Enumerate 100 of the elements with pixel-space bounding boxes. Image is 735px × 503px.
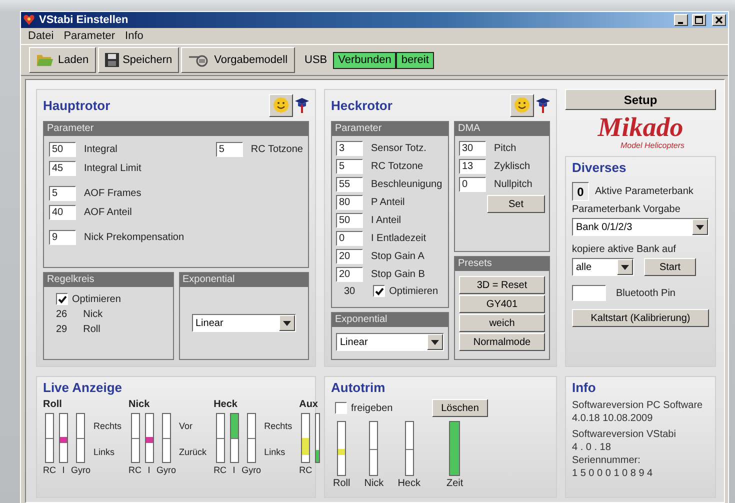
number-field[interactable]: 45 [49, 161, 76, 176]
menu-item[interactable]: Parameter [58, 30, 120, 42]
number-field[interactable]: 20 [336, 267, 363, 282]
number-field[interactable]: 0 [336, 231, 363, 246]
number-field[interactable]: 3 [336, 141, 363, 156]
dropdown[interactable]: Bank 0/1/2/3 [572, 218, 709, 236]
dropdown[interactable]: Linear [192, 314, 296, 332]
group-title: Nick [128, 399, 151, 410]
number-field[interactable]: 50 [49, 142, 76, 157]
level-bar [246, 413, 256, 463]
number-field[interactable]: 0 [459, 177, 486, 192]
bar-label: RC [214, 465, 227, 475]
bar-label: Nick [364, 478, 384, 489]
preset-button[interactable]: 3D = Reset [459, 276, 545, 294]
number-field[interactable]: 5 [49, 186, 76, 201]
number-field[interactable]: 5 [216, 142, 243, 157]
smiley-button[interactable] [269, 94, 293, 116]
group-title: Presets [455, 257, 549, 271]
number-field[interactable]: 30 [459, 141, 486, 156]
number-field[interactable]: 13 [459, 159, 486, 174]
caret-icon [283, 320, 291, 326]
folder-icon [36, 53, 54, 67]
graduation-cap-icon[interactable] [536, 96, 550, 114]
setup-button[interactable]: Setup [565, 89, 716, 110]
field-label: AOF Anteil [84, 207, 132, 218]
reading-value: 30 [344, 286, 356, 296]
info-text: 4.0.18 10.08.2009 [572, 413, 654, 425]
bar-label: RC [299, 465, 312, 475]
bar-label: RC [43, 465, 56, 475]
preset-button[interactable]: weich [459, 314, 545, 332]
checkbox[interactable] [373, 285, 386, 297]
toolbar-button[interactable]: Vorgabemodell [181, 47, 295, 73]
level-bar [404, 421, 414, 476]
field-label: AOF Frames [84, 188, 142, 199]
checkbox[interactable] [56, 293, 68, 305]
field-label: Nick Prekompensation [84, 232, 184, 243]
level-bar [130, 413, 140, 463]
field-label: Pitch [494, 143, 516, 154]
start-button[interactable]: Start [644, 258, 696, 276]
field-label: Parameterbank Vorgabe [572, 204, 682, 215]
group-title: Exponential [180, 273, 308, 287]
usb-label: USB [304, 54, 328, 66]
toolbar-button[interactable]: Speichern [98, 47, 180, 73]
clear-button[interactable]: Löschen [432, 399, 488, 417]
bar-label: Gyro [242, 465, 262, 475]
close-button[interactable] [712, 14, 726, 26]
toolbar-button[interactable]: Laden [29, 47, 96, 73]
close-icon [715, 16, 723, 24]
panel-title: Live Anzeige [43, 380, 123, 395]
field-label: Zyklisch [494, 161, 530, 172]
axis-label: Links [94, 447, 116, 457]
maximize-button[interactable] [692, 14, 706, 26]
group-title: Aux [299, 399, 319, 410]
cold-start-button[interactable]: Kaltstart (Kalibrierung) [572, 309, 709, 327]
number-field[interactable]: 40 [49, 205, 76, 220]
level-bar [76, 413, 86, 463]
group-title: Parameter [332, 122, 448, 136]
caret-icon [621, 264, 629, 270]
menu-item[interactable]: Info [120, 30, 148, 42]
minimize-button[interactable] [674, 14, 688, 26]
bank-number: 0 [572, 182, 589, 201]
info-text: Softwareversion PC Software [572, 400, 704, 412]
info-text: 4 . 0 . 18 [572, 442, 612, 454]
axis-label: Rechts [264, 421, 292, 431]
smiley-button[interactable] [510, 94, 534, 116]
status-text: Verbunden [334, 52, 398, 68]
logo-tagline: Model Helicopters [620, 141, 685, 150]
app-icon [23, 14, 35, 26]
level-bar [45, 413, 54, 463]
number-field[interactable]: 5 [336, 159, 363, 174]
bar-label: Gyro [156, 465, 176, 475]
group-title: Parameter [44, 122, 308, 136]
preset-button[interactable]: GY401 [459, 295, 545, 313]
set-button[interactable]: Set [487, 195, 545, 213]
window-title: VStabi Einstellen [39, 14, 130, 26]
axis-label: Zurück [179, 447, 207, 457]
pin-field[interactable] [572, 285, 606, 301]
bar-label: Gyro [71, 465, 91, 475]
group-title: Heck [214, 399, 238, 410]
graduation-cap-icon[interactable] [295, 96, 309, 114]
group-title: Regelkreis [44, 273, 172, 287]
dropdown[interactable]: Linear [336, 333, 444, 351]
caret-icon [431, 340, 439, 344]
preset-button[interactable]: Normalmode [459, 333, 545, 351]
number-field[interactable]: 9 [49, 230, 76, 245]
panel-title: Heckrotor [331, 98, 392, 112]
bar-label: I [232, 465, 236, 475]
logo-name: Mikado [598, 114, 684, 141]
dropdown[interactable]: alle [572, 258, 634, 276]
checkbox[interactable] [335, 402, 347, 414]
number-field[interactable]: 80 [336, 195, 363, 210]
info-text: Seriennummer: [572, 455, 642, 467]
panel-title: Diverses [572, 160, 628, 175]
caret-icon [696, 224, 704, 230]
menu-item[interactable]: Datei [23, 30, 59, 42]
panel-title: Autotrim [331, 380, 386, 395]
number-field[interactable]: 50 [336, 213, 363, 228]
number-field[interactable]: 55 [336, 177, 363, 192]
number-field[interactable]: 20 [336, 249, 363, 264]
field-label: kopiere aktive Bank auf [572, 244, 677, 255]
